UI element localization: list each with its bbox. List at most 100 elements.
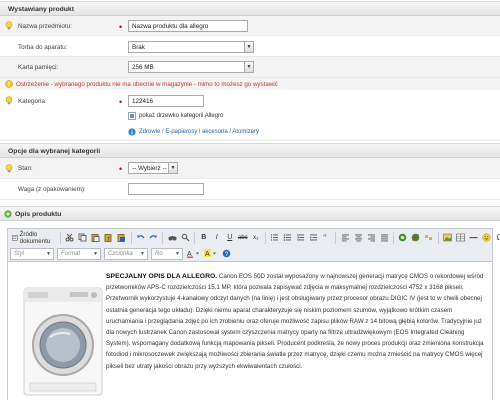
text-color-icon: A xyxy=(187,251,199,258)
state-select[interactable]: -- Wybierz -- ▼ xyxy=(128,162,178,174)
source-icon xyxy=(12,234,18,241)
table-button[interactable] xyxy=(455,231,467,244)
bullet-list-button[interactable] xyxy=(281,231,293,244)
source-button[interactable]: Źródło dokumentu xyxy=(10,231,57,245)
align-right-icon xyxy=(367,234,375,242)
numbered-list-button[interactable] xyxy=(268,231,280,244)
find-button[interactable] xyxy=(166,231,178,244)
indent-button[interactable] xyxy=(307,231,319,244)
outdent-icon xyxy=(296,234,304,241)
link-button[interactable] xyxy=(397,231,409,244)
font-combo-label: Czcionka xyxy=(108,250,133,257)
checkbox-tree-icon xyxy=(128,112,136,120)
special-char-button[interactable]: Ω xyxy=(494,231,500,244)
section-title: Wystawiany produkt xyxy=(8,6,74,13)
justify-button[interactable] xyxy=(378,231,390,244)
category-path-link[interactable]: Zdrowie / E-papierosy i akcesoria / Atom… xyxy=(139,129,259,135)
numbered-list-icon xyxy=(270,234,278,241)
indent-icon xyxy=(309,234,317,241)
redo-button[interactable] xyxy=(147,231,159,244)
copy-icon xyxy=(78,233,87,242)
state-label: Stan: xyxy=(18,165,33,172)
svg-text:T: T xyxy=(107,237,110,242)
toolbar-separator xyxy=(130,231,132,244)
hint-bulb-icon xyxy=(5,96,13,105)
font-combo[interactable]: Czcionka ▼ xyxy=(104,247,148,260)
align-left-icon xyxy=(341,234,349,242)
style-combo[interactable]: Styl ▼ xyxy=(10,247,54,260)
paste-text-icon: T xyxy=(104,234,112,242)
svg-text:A: A xyxy=(205,251,210,258)
form-row-weight: Waga (z opakowaniem): xyxy=(0,179,500,200)
toolbar-separator xyxy=(59,231,61,244)
weight-input[interactable] xyxy=(128,183,204,195)
name-input[interactable]: Nazwa produktu dla allegro xyxy=(128,20,248,32)
category-path: Zdrowie / E-papierosy i akcesoria / Atom… xyxy=(128,128,259,136)
cut-button[interactable] xyxy=(64,231,76,244)
help-icon: ? xyxy=(222,249,230,258)
align-right-button[interactable] xyxy=(365,231,377,244)
toolbar-row-2: Styl ▼ Format ▼ Czcionka ▼ Ro ▼ A A ? xyxy=(10,246,232,261)
warning-text: Ostrzeżenie - wybranego produktu nie ma … xyxy=(16,81,278,88)
category-tree-link: pokaż drzewko kategorii Allegro xyxy=(139,113,224,119)
smiley-button[interactable] xyxy=(481,231,493,244)
chevron-down-icon: ▼ xyxy=(168,163,177,173)
toolbar-separator xyxy=(437,231,439,244)
subscript-button[interactable]: x₂ xyxy=(250,231,262,244)
form-row-name: Nazwa przedmiotu: • Nazwa produktu dla a… xyxy=(0,16,500,36)
hr-button[interactable] xyxy=(468,231,480,244)
horizontal-rule-icon xyxy=(469,237,478,239)
align-center-button[interactable] xyxy=(352,231,364,244)
redo-icon xyxy=(149,235,157,239)
category-input[interactable]: 122416 xyxy=(128,95,204,107)
form-row-category: Kategoria: • 122416 pokaż drzewko katego… xyxy=(0,91,500,141)
toolbar-separator xyxy=(194,231,195,244)
replace-button[interactable] xyxy=(179,231,191,244)
bold-button[interactable]: B xyxy=(198,231,210,244)
toolbar-separator xyxy=(393,231,394,244)
description-body: Canon EOS 50D został wyposażony w najnow… xyxy=(106,273,484,370)
help-button[interactable]: ? xyxy=(220,247,232,260)
section-header-product: Wystawiany produkt xyxy=(0,1,500,16)
text-color-button[interactable]: A xyxy=(186,247,202,260)
bag-select[interactable]: Brak ▼ xyxy=(128,41,254,53)
hint-bulb-icon xyxy=(5,21,13,30)
hint-bulb-icon xyxy=(5,164,13,173)
description-text-block: SPECJALNY OPIS DLA ALLEGRO. Canon EOS 50… xyxy=(15,271,485,372)
chevron-down-icon: ▼ xyxy=(175,250,180,257)
unlink-button[interactable] xyxy=(410,231,422,244)
form-row-card: Karta pamięci: 256 MB ▼ xyxy=(0,57,500,78)
image-button[interactable] xyxy=(442,231,454,244)
binoculars-icon xyxy=(168,236,177,241)
paste-text-button[interactable]: T xyxy=(103,231,115,244)
background-color-button[interactable]: A xyxy=(203,247,219,260)
anchor-button[interactable] xyxy=(423,231,435,244)
chevron-down-icon: ▼ xyxy=(140,250,145,257)
align-left-button[interactable] xyxy=(339,231,351,244)
plus-circle-icon[interactable] xyxy=(4,210,12,218)
paste-button[interactable] xyxy=(90,231,102,244)
format-combo[interactable]: Format ▼ xyxy=(57,247,101,260)
blockquote-button[interactable]: " xyxy=(320,231,332,244)
size-combo[interactable]: Ro ▼ xyxy=(151,247,183,260)
card-select[interactable]: 256 MB ▼ xyxy=(128,61,254,73)
format-combo-label: Format xyxy=(61,250,81,257)
paste-word-button[interactable] xyxy=(116,231,128,244)
chevron-down-icon: ▼ xyxy=(244,62,253,72)
copy-button[interactable] xyxy=(77,231,89,244)
name-label: Nazwa przedmiotu: xyxy=(18,23,72,30)
paste-icon xyxy=(91,234,100,242)
undo-button[interactable] xyxy=(134,231,146,244)
italic-button[interactable]: I xyxy=(211,231,223,244)
anchor-icon xyxy=(425,235,433,240)
strike-button[interactable]: abc xyxy=(237,231,249,244)
weight-label: Waga (z opakowaniem): xyxy=(18,186,86,193)
outdent-button[interactable] xyxy=(294,231,306,244)
chevron-down-icon: ▼ xyxy=(244,42,253,52)
section-header-description: Opis produktu xyxy=(0,206,500,221)
underline-button[interactable]: U xyxy=(224,231,236,244)
category-tree-toggle[interactable]: pokaż drzewko kategorii Allegro xyxy=(128,112,223,120)
image-icon xyxy=(443,233,452,242)
bullet-list-icon xyxy=(283,234,291,241)
description-heading: SPECJALNY OPIS DLA ALLEGRO. xyxy=(106,273,218,280)
